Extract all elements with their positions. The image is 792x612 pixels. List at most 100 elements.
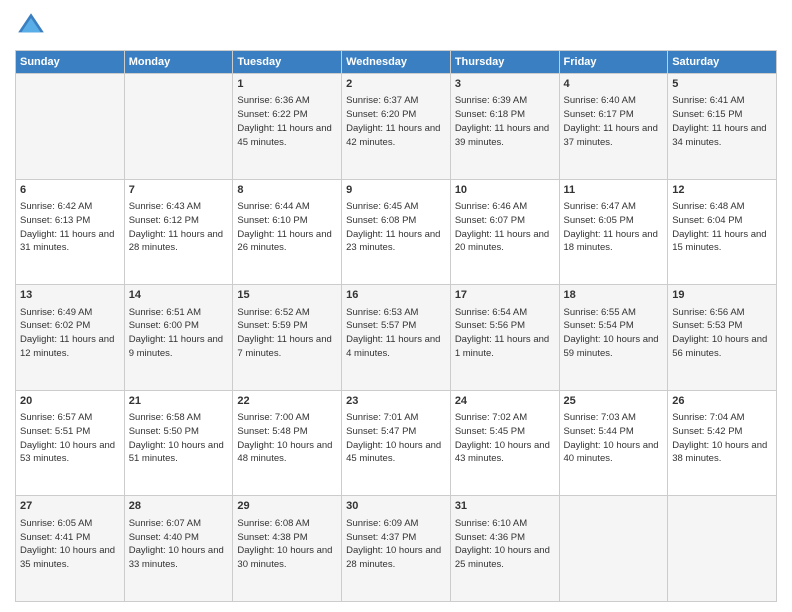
day-number: 21 — [129, 394, 229, 409]
day-number: 14 — [129, 288, 229, 303]
page: SundayMondayTuesdayWednesdayThursdayFrid… — [0, 0, 792, 612]
calendar-cell: 14 Sunrise: 6:51 AM Sunset: 6:00 PM Dayli… — [124, 285, 233, 391]
day-number: 17 — [455, 288, 555, 303]
day-info: Sunrise: 6:07 AM Sunset: 4:40 PM Dayligh… — [129, 517, 229, 572]
calendar-header-row: SundayMondayTuesdayWednesdayThursdayFrid… — [16, 51, 777, 74]
calendar-cell: 22 Sunrise: 7:00 AM Sunset: 5:48 PM Dayli… — [233, 390, 342, 496]
calendar-cell: 18Sunrise: 6:55 AM Sunset: 5:54 PM Dayli… — [559, 285, 668, 391]
day-info: Sunrise: 6:48 AM Sunset: 6:04 PM Dayligh… — [672, 200, 772, 255]
day-info: Sunrise: 6:39 AM Sunset: 6:18 PM Dayligh… — [455, 94, 555, 149]
calendar-header-monday: Monday — [124, 51, 233, 74]
day-info: Sunrise: 7:03 AM Sunset: 5:44 PM Dayligh… — [564, 411, 664, 466]
day-info: Sunrise: 6:44 AM Sunset: 6:10 PM Dayligh… — [237, 200, 337, 255]
day-number: 18 — [564, 288, 664, 303]
day-number: 15 — [237, 288, 337, 303]
day-number: 19 — [672, 288, 772, 303]
day-number: 16 — [346, 288, 446, 303]
calendar-cell: 21 Sunrise: 6:58 AM Sunset: 5:50 PM Dayli… — [124, 390, 233, 496]
calendar-cell: 13 Sunrise: 6:49 AM Sunset: 6:02 PM Dayli… — [16, 285, 125, 391]
calendar-cell: 1 Sunrise: 6:36 AM Sunset: 6:22 PM Daylig… — [233, 74, 342, 180]
day-info: Sunrise: 6:49 AM Sunset: 6:02 PM Dayligh… — [20, 306, 120, 361]
calendar-cell: 24Sunrise: 7:02 AM Sunset: 5:45 PM Dayli… — [450, 390, 559, 496]
calendar: SundayMondayTuesdayWednesdayThursdayFrid… — [15, 50, 777, 602]
day-number: 13 — [20, 288, 120, 303]
calendar-cell: 27 Sunrise: 6:05 AM Sunset: 4:41 PM Dayli… — [16, 496, 125, 602]
day-number: 12 — [672, 183, 772, 198]
calendar-header-tuesday: Tuesday — [233, 51, 342, 74]
day-info: Sunrise: 6:41 AM Sunset: 6:15 PM Dayligh… — [672, 94, 772, 149]
day-info: Sunrise: 6:45 AM Sunset: 6:08 PM Dayligh… — [346, 200, 446, 255]
day-number: 8 — [237, 183, 337, 198]
day-number: 3 — [455, 77, 555, 92]
calendar-week-4: 20 Sunrise: 6:57 AM Sunset: 5:51 PM Dayli… — [16, 390, 777, 496]
day-info: Sunrise: 6:42 AM Sunset: 6:13 PM Dayligh… — [20, 200, 120, 255]
day-info: Sunrise: 6:56 AM Sunset: 5:53 PM Dayligh… — [672, 306, 772, 361]
calendar-header-friday: Friday — [559, 51, 668, 74]
calendar-cell: 12 Sunrise: 6:48 AM Sunset: 6:04 PM Dayli… — [668, 179, 777, 285]
calendar-cell: 2 Sunrise: 6:37 AM Sunset: 6:20 PM Daylig… — [342, 74, 451, 180]
calendar-week-5: 27 Sunrise: 6:05 AM Sunset: 4:41 PM Dayli… — [16, 496, 777, 602]
calendar-cell: 29Sunrise: 6:08 AM Sunset: 4:38 PM Dayli… — [233, 496, 342, 602]
day-info: Sunrise: 6:36 AM Sunset: 6:22 PM Dayligh… — [237, 94, 337, 149]
day-number: 4 — [564, 77, 664, 92]
day-number: 9 — [346, 183, 446, 198]
day-info: Sunrise: 7:00 AM Sunset: 5:48 PM Dayligh… — [237, 411, 337, 466]
calendar-week-3: 13 Sunrise: 6:49 AM Sunset: 6:02 PM Dayli… — [16, 285, 777, 391]
day-number: 30 — [346, 499, 446, 514]
day-info: Sunrise: 6:46 AM Sunset: 6:07 PM Dayligh… — [455, 200, 555, 255]
calendar-cell: 11 Sunrise: 6:47 AM Sunset: 6:05 PM Dayli… — [559, 179, 668, 285]
calendar-cell: 4 Sunrise: 6:40 AM Sunset: 6:17 PM Daylig… — [559, 74, 668, 180]
day-info: Sunrise: 6:09 AM Sunset: 4:37 PM Dayligh… — [346, 517, 446, 572]
calendar-cell: 15 Sunrise: 6:52 AM Sunset: 5:59 PM Dayli… — [233, 285, 342, 391]
calendar-cell: 3 Sunrise: 6:39 AM Sunset: 6:18 PM Daylig… — [450, 74, 559, 180]
calendar-cell: 5 Sunrise: 6:41 AM Sunset: 6:15 PM Daylig… — [668, 74, 777, 180]
calendar-header-sunday: Sunday — [16, 51, 125, 74]
calendar-cell: 23Sunrise: 7:01 AM Sunset: 5:47 PM Dayli… — [342, 390, 451, 496]
day-number: 27 — [20, 499, 120, 514]
day-info: Sunrise: 6:53 AM Sunset: 5:57 PM Dayligh… — [346, 306, 446, 361]
logo — [15, 10, 51, 42]
calendar-header-saturday: Saturday — [668, 51, 777, 74]
day-info: Sunrise: 7:04 AM Sunset: 5:42 PM Dayligh… — [672, 411, 772, 466]
calendar-cell: 31 Sunrise: 6:10 AM Sunset: 4:36 PM Dayli… — [450, 496, 559, 602]
day-info: Sunrise: 6:43 AM Sunset: 6:12 PM Dayligh… — [129, 200, 229, 255]
day-info: Sunrise: 6:37 AM Sunset: 6:20 PM Dayligh… — [346, 94, 446, 149]
day-info: Sunrise: 6:10 AM Sunset: 4:36 PM Dayligh… — [455, 517, 555, 572]
calendar-cell: 6 Sunrise: 6:42 AM Sunset: 6:13 PM Daylig… — [16, 179, 125, 285]
calendar-cell: 7 Sunrise: 6:43 AM Sunset: 6:12 PM Daylig… — [124, 179, 233, 285]
day-number: 2 — [346, 77, 446, 92]
day-info: Sunrise: 6:57 AM Sunset: 5:51 PM Dayligh… — [20, 411, 120, 466]
day-number: 5 — [672, 77, 772, 92]
calendar-header-thursday: Thursday — [450, 51, 559, 74]
day-info: Sunrise: 6:54 AM Sunset: 5:56 PM Dayligh… — [455, 306, 555, 361]
calendar-cell: 17 Sunrise: 6:54 AM Sunset: 5:56 PM Dayli… — [450, 285, 559, 391]
day-info: Sunrise: 6:52 AM Sunset: 5:59 PM Dayligh… — [237, 306, 337, 361]
day-info: Sunrise: 6:05 AM Sunset: 4:41 PM Dayligh… — [20, 517, 120, 572]
calendar-cell: 25 Sunrise: 7:03 AM Sunset: 5:44 PM Dayli… — [559, 390, 668, 496]
calendar-cell: 19 Sunrise: 6:56 AM Sunset: 5:53 PM Dayli… — [668, 285, 777, 391]
day-number: 28 — [129, 499, 229, 514]
calendar-cell — [559, 496, 668, 602]
day-info: Sunrise: 6:51 AM Sunset: 6:00 PM Dayligh… — [129, 306, 229, 361]
day-info: Sunrise: 7:02 AM Sunset: 5:45 PM Dayligh… — [455, 411, 555, 466]
day-info: Sunrise: 6:47 AM Sunset: 6:05 PM Dayligh… — [564, 200, 664, 255]
day-number: 1 — [237, 77, 337, 92]
calendar-cell: 28 Sunrise: 6:07 AM Sunset: 4:40 PM Dayli… — [124, 496, 233, 602]
day-info: Sunrise: 6:08 AM Sunset: 4:38 PM Dayligh… — [237, 517, 337, 572]
day-number: 31 — [455, 499, 555, 514]
calendar-cell: 26Sunrise: 7:04 AM Sunset: 5:42 PM Dayli… — [668, 390, 777, 496]
day-number: 7 — [129, 183, 229, 198]
calendar-cell — [124, 74, 233, 180]
day-info: Sunrise: 6:58 AM Sunset: 5:50 PM Dayligh… — [129, 411, 229, 466]
day-number: 22 — [237, 394, 337, 409]
calendar-cell: 16 Sunrise: 6:53 AM Sunset: 5:57 PM Dayli… — [342, 285, 451, 391]
logo-icon — [15, 10, 47, 42]
day-number: 11 — [564, 183, 664, 198]
day-number: 25 — [564, 394, 664, 409]
calendar-header-wednesday: Wednesday — [342, 51, 451, 74]
day-number: 6 — [20, 183, 120, 198]
day-number: 20 — [20, 394, 120, 409]
day-info: Sunrise: 6:40 AM Sunset: 6:17 PM Dayligh… — [564, 94, 664, 149]
calendar-week-2: 6 Sunrise: 6:42 AM Sunset: 6:13 PM Daylig… — [16, 179, 777, 285]
calendar-cell: 20 Sunrise: 6:57 AM Sunset: 5:51 PM Dayli… — [16, 390, 125, 496]
